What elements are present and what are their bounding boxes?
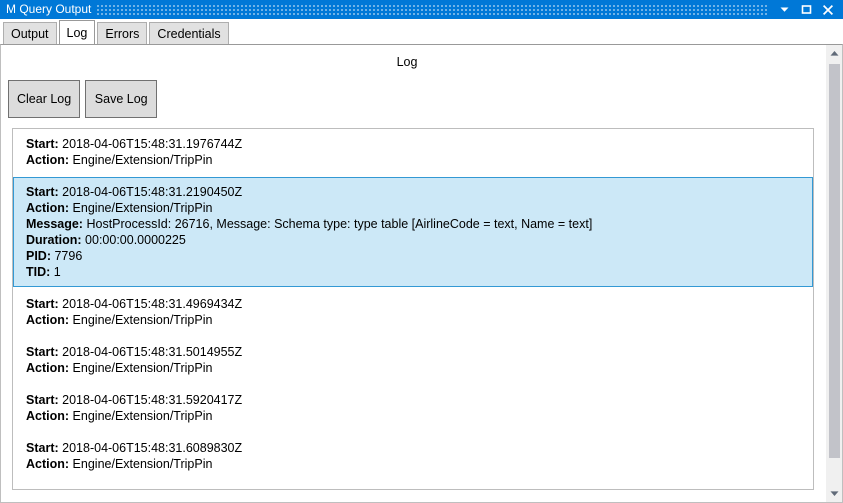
window-title: M Query Output (6, 2, 92, 16)
log-panel-inner: Log Clear Log Save Log Start: 2018-04-06… (1, 45, 825, 502)
log-label-start: Start: (26, 393, 59, 407)
log-value-pid: 7796 (54, 249, 83, 263)
log-label-pid: PID: (26, 249, 51, 263)
tab-strip: Output Log Errors Credentials (0, 19, 843, 44)
log-value-action: Engine/Extension/TripPin (72, 361, 213, 375)
log-field-start: Start: 2018-04-06T15:48:31.6089830Z (26, 440, 812, 456)
log-value-start: 2018-04-06T15:48:31.6089830Z (62, 441, 243, 455)
log-field-action: Action: Engine/Extension/TripPin (26, 408, 812, 424)
close-button[interactable] (817, 0, 839, 19)
log-entry-selected[interactable]: Start: 2018-04-06T15:48:31.2190450Z Acti… (13, 177, 813, 287)
log-field-start: Start: 2018-04-06T15:48:31.5014955Z (26, 344, 812, 360)
panel-heading: Log (396, 55, 418, 69)
log-value-start: 2018-04-06T15:48:31.4969434Z (62, 297, 243, 311)
clear-log-button[interactable]: Clear Log (8, 80, 81, 118)
log-field-action: Action: Engine/Extension/TripPin (26, 360, 812, 376)
m-query-output-window: M Query Output Output Log Errors Credent… (0, 0, 843, 503)
log-field-action: Action: Engine/Extension/TripPin (26, 312, 812, 328)
log-field-action: Action: Engine/Extension/TripPin (26, 200, 812, 216)
log-value-start: 2018-04-06T15:48:31.2190450Z (62, 185, 243, 199)
chevron-down-icon (780, 7, 788, 12)
log-label-action: Action: (26, 201, 70, 215)
log-label-start: Start: (26, 345, 59, 359)
log-list[interactable]: Start: 2018-04-06T15:48:31.1976744Z Acti… (12, 128, 814, 490)
maximize-button[interactable] (795, 0, 817, 19)
log-tab-panel: Log Clear Log Save Log Start: 2018-04-06… (0, 44, 843, 503)
log-toolbar: Clear Log Save Log (8, 80, 158, 118)
square-icon (801, 5, 811, 14)
log-entry[interactable]: Start: 2018-04-06T15:48:31.5920417Z Acti… (13, 385, 813, 431)
log-label-message: Message: (26, 217, 83, 231)
title-bar-grip (97, 4, 767, 15)
log-field-pid: PID: 7796 (26, 248, 812, 264)
log-field-start: Start: 2018-04-06T15:48:31.2190450Z (26, 184, 812, 200)
triangle-up-icon (830, 51, 838, 56)
tab-log[interactable]: Log (58, 20, 96, 44)
log-value-action: Engine/Extension/TripPin (72, 457, 213, 471)
scrollbar-track[interactable] (825, 62, 842, 485)
log-entry[interactable]: Start: 2018-04-06T15:48:31.1976744Z Acti… (13, 129, 813, 175)
log-value-action: Engine/Extension/TripPin (72, 153, 213, 167)
scroll-up-button[interactable] (825, 45, 842, 62)
log-value-action: Engine/Extension/TripPin (72, 201, 213, 215)
log-label-action: Action: (26, 313, 70, 327)
log-entry[interactable]: Start: 2018-04-06T15:48:31.4969434Z Acti… (13, 289, 813, 335)
log-label-action: Action: (26, 457, 70, 471)
close-icon (822, 4, 834, 15)
log-field-tid: TID: 1 (26, 264, 812, 280)
window-controls (773, 0, 843, 19)
save-log-button[interactable]: Save Log (85, 80, 158, 118)
tab-credentials[interactable]: Credentials (149, 22, 229, 44)
log-value-start: 2018-04-06T15:48:31.5014955Z (62, 345, 243, 359)
log-label-tid: TID: (26, 265, 51, 279)
log-field-duration: Duration: 00:00:00.0000225 (26, 232, 812, 248)
log-label-start: Start: (26, 441, 59, 455)
log-label-start: Start: (26, 185, 59, 199)
log-value-action: Engine/Extension/TripPin (72, 313, 213, 327)
scrollbar-thumb[interactable] (828, 64, 840, 458)
log-field-start: Start: 2018-04-06T15:48:31.1976744Z (26, 136, 812, 152)
tab-errors[interactable]: Errors (97, 22, 148, 44)
log-label-action: Action: (26, 409, 70, 423)
log-entry[interactable]: Start: 2018-04-06T15:48:31.6089830Z Acti… (13, 433, 813, 479)
log-field-start: Start: 2018-04-06T15:48:31.5920417Z (26, 392, 812, 408)
log-label-duration: Duration: (26, 233, 82, 247)
log-field-action: Action: Engine/Extension/TripPin (26, 456, 812, 472)
log-label-start: Start: (26, 297, 59, 311)
log-value-duration: 00:00:00.0000225 (85, 233, 186, 247)
log-label-action: Action: (26, 153, 70, 167)
log-entry[interactable]: Start: 2018-04-06T15:48:31.5014955Z Acti… (13, 337, 813, 383)
log-field-action: Action: Engine/Extension/TripPin (26, 152, 812, 168)
log-label-action: Action: (26, 361, 70, 375)
log-value-tid: 1 (53, 265, 61, 279)
log-label-start: Start: (26, 137, 59, 151)
log-value-message: HostProcessId: 26716, Message: Schema ty… (86, 217, 593, 231)
log-field-message: Message: HostProcessId: 26716, Message: … (26, 216, 812, 232)
log-value-start: 2018-04-06T15:48:31.1976744Z (62, 137, 243, 151)
tab-output[interactable]: Output (3, 22, 57, 44)
log-value-action: Engine/Extension/TripPin (72, 409, 213, 423)
title-bar: M Query Output (0, 0, 843, 19)
triangle-down-icon (830, 491, 838, 496)
log-value-start: 2018-04-06T15:48:31.5920417Z (62, 393, 243, 407)
vertical-scrollbar[interactable] (825, 45, 842, 502)
log-field-start: Start: 2018-04-06T15:48:31.4969434Z (26, 296, 812, 312)
minimize-button[interactable] (773, 0, 795, 19)
scroll-down-button[interactable] (825, 485, 842, 502)
